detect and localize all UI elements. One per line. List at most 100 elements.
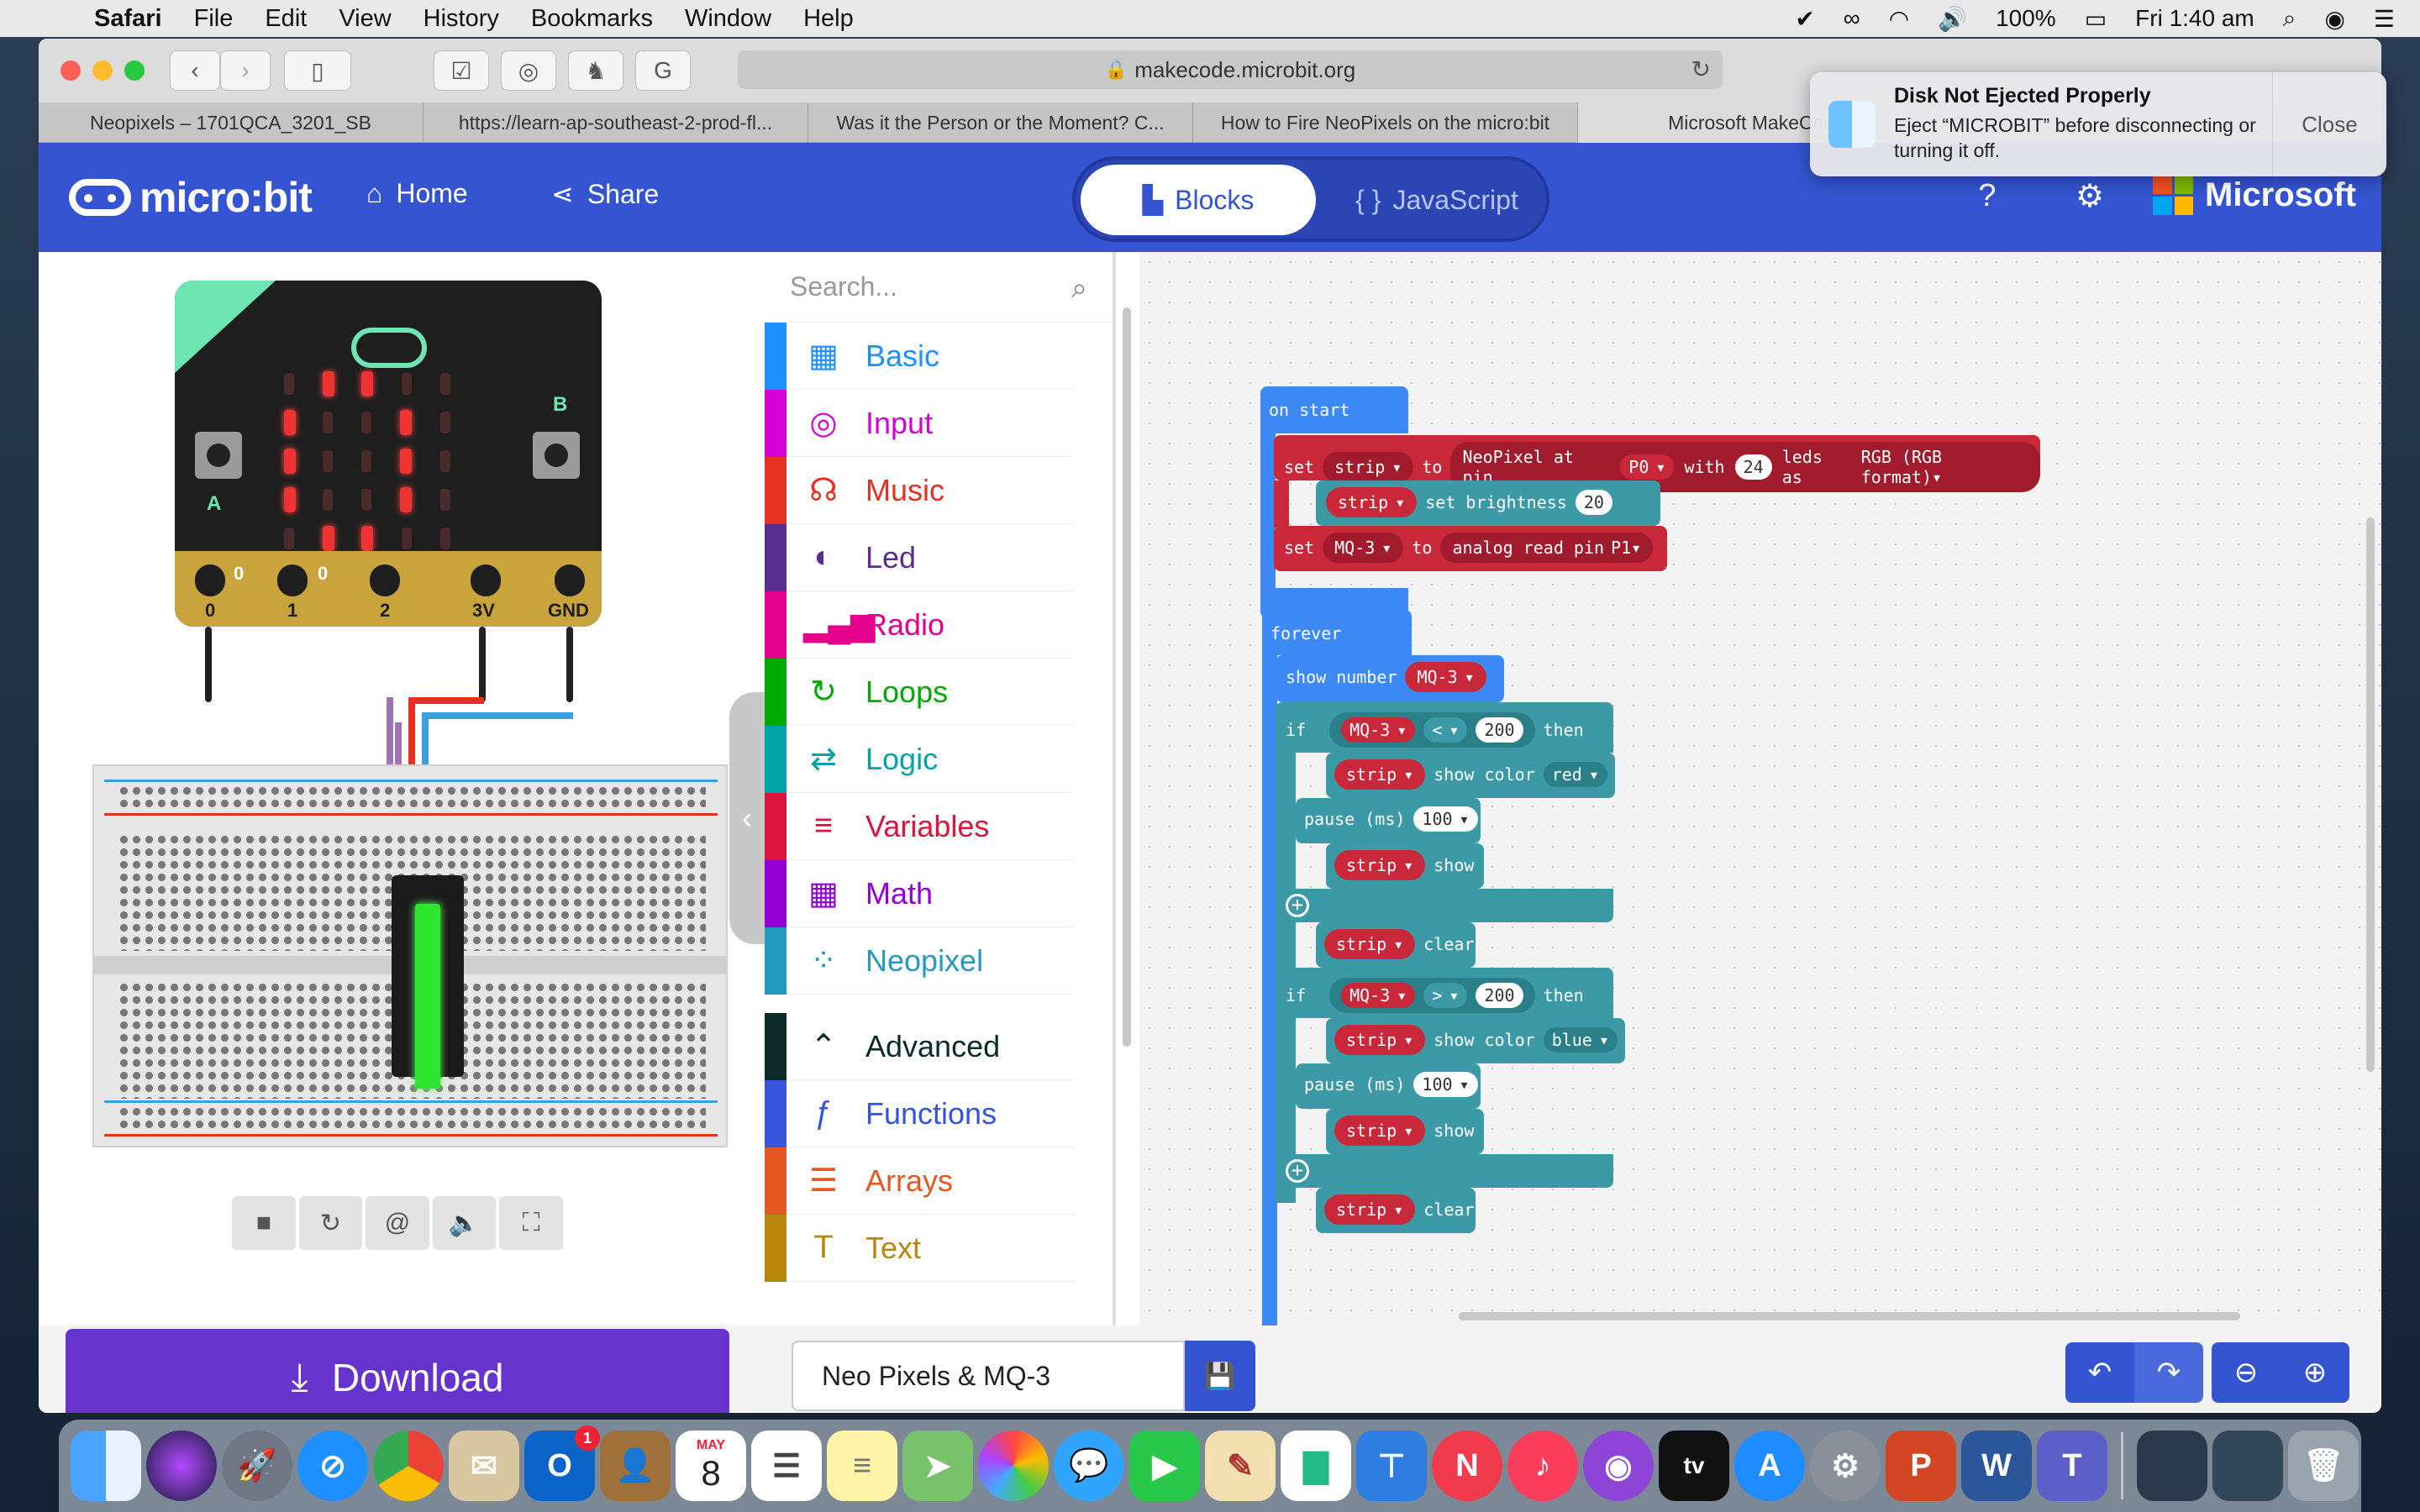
volume-icon[interactable]: 🔊 [1938,5,1967,33]
tab-neopixels[interactable]: Neopixels – 1701QCA_3201_SB [39,102,424,143]
category-input[interactable]: ◎ Input [765,389,1074,457]
menu-bookmarks[interactable]: Bookmarks [531,5,653,33]
if-block-2[interactable]: if MQ-3 ▾ > ▾ 200 then [1276,968,1613,1018]
tab-fire-neopixels[interactable]: How to Fire NeoPixels on the micro:bit [1193,102,1578,143]
redo-button[interactable]: ↷ [2134,1342,2203,1403]
news-icon[interactable]: N [1432,1431,1502,1501]
pin-p0-dropdown[interactable]: P0 ▾ [1620,454,1675,480]
strip-dropdown-red[interactable]: strip ▾ [1334,759,1426,790]
checkmark-status-icon[interactable]: ✔ [1795,5,1814,33]
forever-block[interactable]: forever [1262,610,1412,655]
finder-dock-icon[interactable] [71,1431,141,1501]
siri-icon[interactable]: ◉ [2324,5,2344,33]
menu-help[interactable]: Help [803,5,854,33]
workspace-horizontal-scrollbar[interactable] [1459,1312,2240,1320]
mq3-reporter-lt[interactable]: MQ-3 ▾ [1341,717,1416,743]
color-red-dropdown[interactable]: red ▾ [1543,762,1607,787]
save-project-button[interactable]: 💾 [1185,1341,1255,1411]
facetime-icon[interactable]: ▶ [1129,1431,1200,1501]
microbit-logo[interactable]: micro:bit [69,170,313,225]
menu-app-name[interactable]: Safari [94,5,162,33]
rgb-format-dropdown[interactable]: RGB (RGB format)▾ [1861,447,2028,487]
strip-dropdown-brightness[interactable]: strip ▾ [1326,487,1418,517]
spotlight-icon[interactable]: ⌕ [2283,5,2296,33]
strip-clear-block-1[interactable]: strip ▾ clear [1316,922,1476,968]
add-else-plus-icon-1[interactable]: + [1286,894,1309,917]
help-icon[interactable]: ? [1968,176,2007,215]
battery-icon[interactable]: ▭ [2085,5,2107,33]
strip-variable-dropdown[interactable]: strip ▾ [1323,452,1414,482]
trash-icon[interactable]: 🗑 [2288,1431,2359,1501]
show-color-blue-block[interactable]: strip ▾ show color blue ▾ [1326,1018,1625,1063]
color-blue-dropdown[interactable]: blue ▾ [1543,1027,1618,1053]
menu-window[interactable]: Window [685,5,771,33]
project-name-input[interactable]: Neo Pixels & MQ-3 [792,1341,1185,1411]
microbit-board[interactable]: A B 0 1 2 3V GND 0 0 [175,281,602,627]
wifi-icon[interactable]: ◠ [1889,5,1909,33]
zoom-in-button[interactable]: ⊕ [2281,1342,2349,1403]
microsoft-logo[interactable]: Microsoft [2153,175,2356,215]
safari-compass-icon[interactable]: ⊘ [297,1431,368,1501]
category-basic[interactable]: ▦ Basic [765,322,1074,390]
chrome-icon[interactable] [373,1431,444,1501]
battery-percent[interactable]: 100% [1996,5,2056,32]
launchpad-rocket-icon[interactable]: 🚀 [222,1431,292,1501]
notification-close-button[interactable]: Close [2272,72,2386,176]
reload-icon[interactable]: ↻ [1691,55,1711,83]
strip-dropdown-show-1[interactable]: strip ▾ [1334,850,1426,880]
category-advanced[interactable]: ⌃ Advanced [765,1012,1074,1080]
category-music[interactable]: ☊ Music [765,456,1074,524]
extension-check-icon[interactable]: ☑ [434,50,489,91]
board-logo-touch[interactable] [351,328,427,368]
set-strip-block[interactable]: set strip ▾ to NeoPixel at pin P0 ▾ with 2… [1274,435,2040,492]
category-functions[interactable]: ƒ Functions [765,1079,1074,1147]
category-text[interactable]: T Text [765,1214,1074,1282]
collapse-simulator-button[interactable]: ‹ [729,692,765,944]
search-icon[interactable]: ⌕ [1071,272,1087,305]
reminders-icon[interactable]: ☰ [751,1431,822,1501]
strip-dropdown-clear-2[interactable]: strip ▾ [1324,1194,1416,1225]
word-icon[interactable]: W [1961,1431,2032,1501]
operator-gt-dropdown[interactable]: > ▾ [1423,983,1468,1008]
clock[interactable]: Fri 1:40 am [2135,5,2254,32]
pause-block-2[interactable]: pause (ms) 100 ▾ [1296,1063,1481,1109]
button-b[interactable] [533,432,580,479]
numbers-chart-icon[interactable]: ▇ [1281,1431,1351,1501]
category-led[interactable]: ◐ Led [765,523,1074,591]
pause-input-1[interactable]: 100 ▾ [1413,806,1478,832]
pin-p1-dropdown[interactable]: P1▾ [1611,538,1641,558]
strip-dropdown-blue[interactable]: strip ▾ [1334,1025,1426,1055]
messages-icon[interactable]: 💬 [1054,1431,1124,1501]
category-loops[interactable]: ↻ Loops [765,658,1074,726]
strip-show-block-1[interactable]: strip ▾ show [1326,843,1484,889]
category-radio[interactable]: ▂▄▆ Radio [765,591,1074,659]
pause-block-1[interactable]: pause (ms) 100 ▾ [1296,798,1481,843]
mq3-reporter-gt[interactable]: MQ-3 ▾ [1341,983,1416,1008]
keynote-icon[interactable]: ⊤ [1356,1431,1427,1501]
blocks-mode-button[interactable]: ▙ Blocks [1081,165,1316,235]
show-color-red-block[interactable]: strip ▾ show color red ▾ [1326,753,1615,798]
category-math[interactable]: ▦ Math [765,859,1074,927]
music-icon[interactable]: ♪ [1507,1431,1578,1501]
show-number-block[interactable]: show number MQ-3 ▾ [1276,655,1504,702]
outlook-icon[interactable]: O 1 [524,1425,600,1501]
category-logic[interactable]: ⇄ Logic [765,725,1074,793]
app-store-icon[interactable]: A [1734,1431,1805,1501]
extension-grammarly-icon[interactable]: G [635,50,691,91]
add-else-plus-icon-2[interactable]: + [1286,1159,1309,1183]
creative-cloud-icon[interactable]: ∞ [1844,5,1860,32]
strip-dropdown-show-2[interactable]: strip ▾ [1334,1116,1426,1146]
notes-icon[interactable]: ≡ [827,1431,897,1501]
photos-icon[interactable] [978,1431,1049,1501]
pin-3v[interactable] [464,558,508,603]
back-button[interactable]: ‹ [170,50,220,91]
address-bar[interactable]: 🔒 makecode.microbit.org ↻ [738,50,1723,89]
zoom-out-button[interactable]: ⊖ [2212,1342,2281,1403]
compare-gt-block[interactable]: MQ-3 ▾ > ▾ 200 [1329,978,1535,1013]
downloads-stack-icon[interactable] [2212,1431,2283,1501]
forward-button[interactable]: › [220,50,271,91]
pause-input-2[interactable]: 100 ▾ [1413,1072,1478,1097]
restart-icon[interactable]: ↻ [298,1196,363,1250]
menu-file[interactable]: File [194,5,234,33]
mute-speaker-icon[interactable]: 🔈 [432,1196,497,1250]
